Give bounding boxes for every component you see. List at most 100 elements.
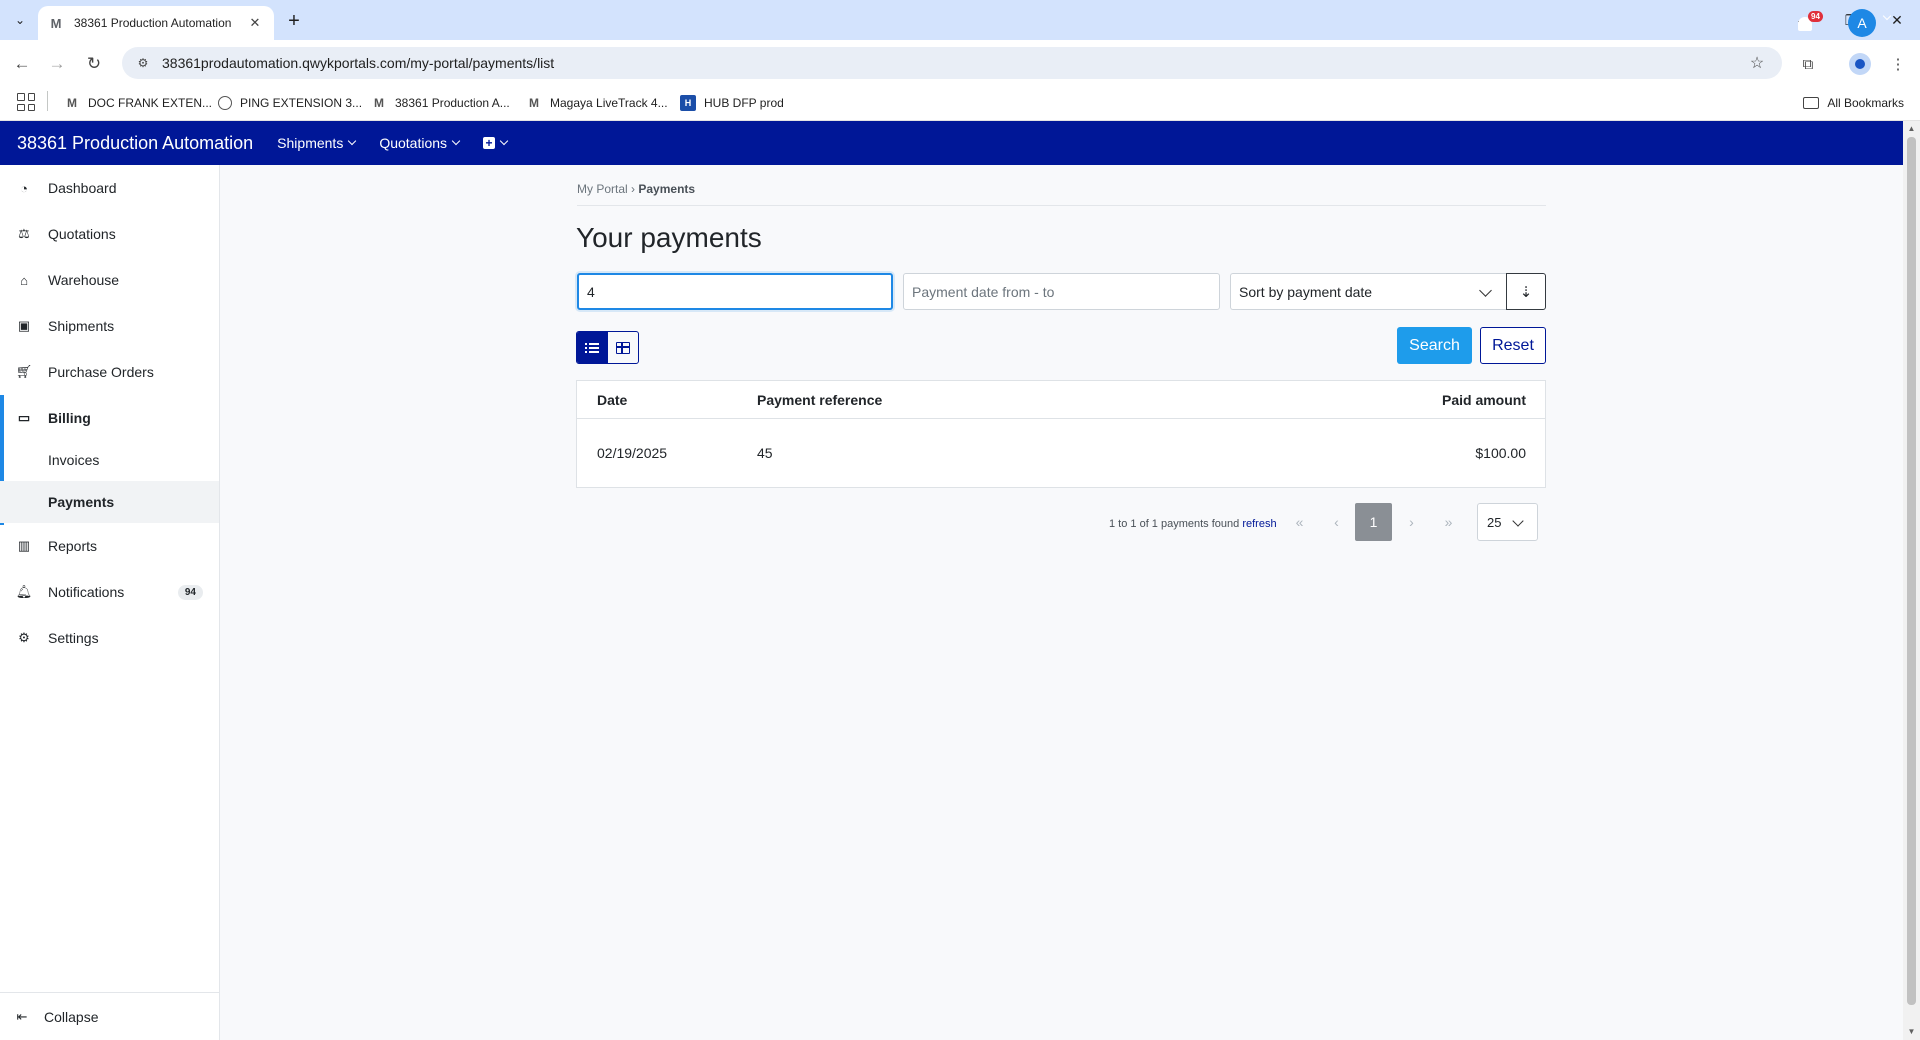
new-tab-icon[interactable]: + [282, 9, 306, 33]
list-icon [585, 342, 600, 353]
reset-button[interactable]: Reset [1480, 327, 1546, 364]
last-page-icon[interactable]: » [1430, 503, 1467, 541]
back-icon[interactable]: ← [8, 50, 36, 78]
bell-icon: 🔔︎ [15, 584, 33, 599]
tab-title: 38361 Production Automation [74, 16, 232, 30]
list-view-button[interactable] [577, 332, 608, 363]
refresh-link[interactable]: refresh [1242, 518, 1276, 530]
page-scrollbar[interactable]: ▲ ▼ [1903, 121, 1920, 1040]
cell-paid-amount: $100.00 [1475, 445, 1526, 461]
table-row[interactable]: 02/19/2025 45 $100.00 [577, 419, 1545, 487]
sidebar-item-warehouse[interactable]: ⌂ Warehouse [0, 257, 219, 303]
sort-direction-button[interactable]: ⇣ [1506, 273, 1546, 310]
page-number-current[interactable]: 1 [1355, 503, 1392, 541]
bookmark-item[interactable]: PING EXTENSION 3... [218, 92, 362, 114]
grid-view-button[interactable] [608, 332, 639, 363]
bookmark-item[interactable]: M DOC FRANK EXTEN... [64, 92, 212, 114]
sidebar-item-purchase-orders[interactable]: 🛒︎ Purchase Orders [0, 349, 219, 395]
pager-count-text: 1 to 1 of 1 payments found [1109, 518, 1240, 530]
page-title: Your payments [576, 222, 762, 253]
sidebar-item-label: Settings [48, 630, 99, 646]
bookmark-label: Magaya LiveTrack 4... [550, 96, 668, 110]
avatar[interactable]: A [1848, 9, 1876, 37]
app-title[interactable]: 38361 Production Automation [17, 133, 253, 154]
credit-card-icon: ▭ [17, 410, 31, 425]
menu-quotations[interactable]: Quotations [379, 135, 461, 151]
sidebar-item-dashboard[interactable]: ◔ Dashboard [0, 165, 219, 211]
extensions-icon[interactable]: ⧉ [1794, 50, 1822, 78]
sidebar-item-quotations[interactable]: ⚖ Quotations [0, 211, 219, 257]
site-settings-icon[interactable]: ⚙ [134, 54, 152, 72]
page-size-value: 25 [1487, 514, 1502, 530]
chevron-down-icon [451, 136, 461, 146]
sidebar-item-label: Invoices [48, 452, 100, 468]
reload-icon[interactable]: ↻ [80, 50, 108, 78]
table-header-row: Date Payment reference Paid amount [577, 381, 1545, 419]
bar-chart-icon: ▥ [17, 538, 31, 553]
collapse-arrow-icon: ⇤ [16, 1008, 28, 1024]
notifications-bell[interactable]: 94 [1796, 11, 1823, 33]
breadcrumb-my-portal[interactable]: My Portal [577, 182, 628, 196]
previous-page-icon[interactable]: ‹ [1318, 503, 1355, 541]
tab-search-chevron-icon[interactable]: ⌄ [8, 8, 32, 32]
browser-menu-icon[interactable]: ⋮ [1884, 50, 1912, 78]
scroll-down-icon[interactable]: ▼ [1907, 1027, 1916, 1036]
notifications-count-badge: 94 [177, 584, 203, 600]
hub-favicon-icon: H [680, 95, 696, 111]
address-bar[interactable]: ⚙ 38361prodautomation.qwykportals.com/my… [122, 47, 1782, 79]
menu-shipments[interactable]: Shipments [277, 135, 357, 151]
tab-close-icon[interactable]: ✕ [246, 14, 264, 32]
create-new-menu[interactable]: + [483, 136, 509, 149]
folder-icon [1803, 97, 1820, 109]
forward-icon[interactable]: → [43, 50, 71, 78]
breadcrumb-divider [577, 205, 1546, 206]
page-size-select[interactable]: 25 [1477, 503, 1538, 541]
sort-select-value: Sort by payment date [1239, 283, 1373, 300]
all-bookmarks[interactable]: All Bookmarks [1803, 92, 1904, 114]
bookmark-item[interactable]: M Magaya LiveTrack 4... [526, 92, 668, 114]
column-header-payment-reference[interactable]: Payment reference [757, 392, 882, 408]
collapse-sidebar-button[interactable]: ⇤ Collapse [0, 992, 219, 1040]
all-bookmarks-label: All Bookmarks [1827, 96, 1904, 110]
quotations-icon: ⚖ [18, 226, 30, 241]
payment-date-range-input[interactable] [903, 273, 1220, 310]
bookmark-item[interactable]: M 38361 Production A... [371, 92, 510, 114]
search-button[interactable]: Search [1397, 327, 1472, 364]
payments-table: Date Payment reference Paid amount 02/19… [576, 380, 1546, 488]
bookmark-item[interactable]: H HUB DFP prod [680, 92, 784, 114]
sidebar-item-settings[interactable]: ⚙ Settings [0, 615, 219, 661]
collapse-label: Collapse [44, 1008, 99, 1025]
profile-icon[interactable] [1846, 50, 1874, 78]
column-header-date[interactable]: Date [597, 392, 627, 408]
sidebar-item-billing[interactable]: ▭ Billing [0, 395, 219, 525]
cart-icon: 🛒︎ [15, 364, 33, 379]
scroll-thumb[interactable] [1907, 137, 1916, 1005]
chevron-down-icon [348, 136, 357, 146]
scroll-up-icon[interactable]: ▲ [1907, 124, 1916, 133]
sidebar: ◔ Dashboard ⚖ Quotations ⌂ Warehouse ▣ S… [0, 165, 220, 1040]
sidebar-item-reports[interactable]: ▥ Reports [0, 523, 219, 569]
column-header-paid-amount[interactable]: Paid amount [1442, 392, 1526, 408]
sort-select[interactable]: Sort by payment date [1230, 273, 1506, 310]
bookmark-favicon-icon: M [67, 96, 77, 110]
sort-descending-icon: ⇣ [1519, 283, 1533, 301]
browser-tab[interactable]: M 38361 Production Automation ✕ [38, 6, 274, 40]
gauge-icon: ◔ [20, 180, 28, 196]
sidebar-item-invoices[interactable]: Invoices [0, 439, 219, 481]
sidebar-item-label: Billing [48, 410, 91, 426]
next-page-icon[interactable]: › [1393, 503, 1430, 541]
notification-badge: 94 [1808, 11, 1823, 22]
bookmark-star-icon[interactable]: ☆ [1746, 52, 1768, 74]
sidebar-item-label: Purchase Orders [48, 364, 154, 380]
search-input[interactable] [577, 273, 893, 310]
first-page-icon[interactable]: « [1281, 503, 1318, 541]
apps-grid-icon[interactable] [17, 93, 35, 111]
globe-icon [218, 96, 232, 110]
bookmark-favicon-icon: M [374, 96, 384, 110]
sidebar-item-notifications[interactable]: 🔔︎ Notifications 94 [0, 569, 219, 615]
close-window-icon[interactable]: ✕ [1874, 6, 1920, 34]
sidebar-item-shipments[interactable]: ▣ Shipments [0, 303, 219, 349]
menu-shipments-label: Shipments [277, 135, 344, 151]
view-toggle [576, 331, 639, 364]
sidebar-item-payments[interactable]: Payments [0, 481, 219, 523]
